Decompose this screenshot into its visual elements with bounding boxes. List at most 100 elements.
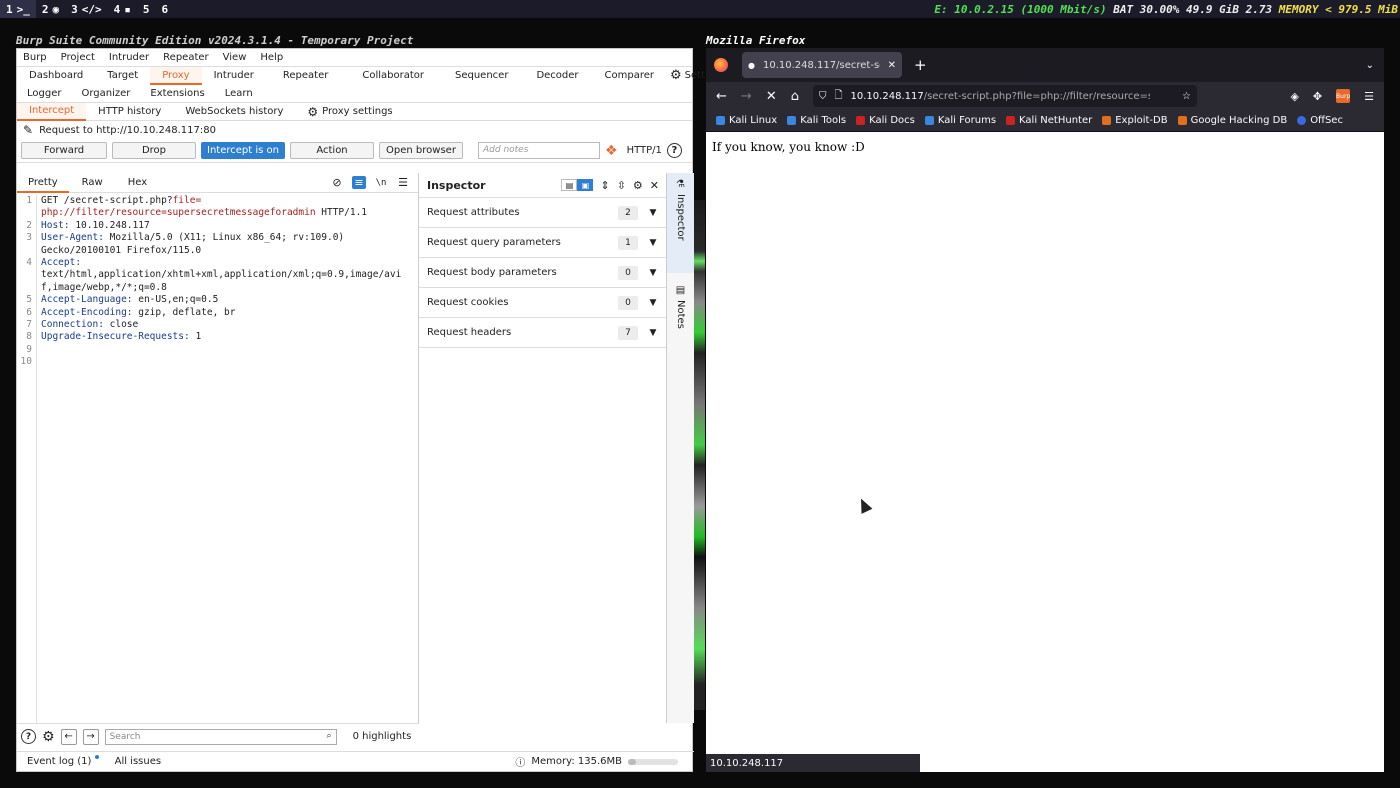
notes-input[interactable]: Add notes (478, 142, 600, 159)
tab-raw[interactable]: Raw (69, 173, 116, 193)
bookmark-kali-tools[interactable]: Kali Tools (787, 115, 846, 126)
tab-extensions[interactable]: Extensions (140, 85, 214, 103)
highlight-color-icon[interactable]: ❖ (605, 143, 618, 159)
next-arrow-icon[interactable]: → (82, 728, 99, 745)
inspector-row-body-params[interactable]: Request body parameters 0 ▼ (419, 258, 666, 288)
extensions-puzzle-icon[interactable]: ✥ (1313, 90, 1322, 103)
tab-target[interactable]: Target (95, 67, 150, 85)
menu-view[interactable]: View (223, 52, 247, 63)
proxy-settings-button[interactable]: ⚙ Proxy settings (295, 103, 404, 121)
menu-icon[interactable]: ☰ (396, 176, 410, 189)
inspector-toolbar: ▤ ▣ ⇕ ⇳ ⚙ ✕ (561, 179, 666, 192)
header-user-agent: User-Agent: Mozilla/5.0 (X11; Linux x86_… (41, 232, 415, 244)
bookmark-kali-linux[interactable]: Kali Linux (716, 115, 777, 126)
bookmark-kali-docs[interactable]: Kali Docs (856, 115, 915, 126)
workspace-4[interactable]: 4 ▪ (108, 0, 137, 18)
tab-repeater[interactable]: Repeater (266, 67, 345, 85)
bookmark-exploit-db[interactable]: Exploit-DB (1102, 115, 1168, 126)
tab-proxy[interactable]: Proxy (150, 67, 202, 85)
tab-dashboard[interactable]: Dashboard (17, 67, 95, 85)
tab-list-chevron-icon[interactable]: ⌄ (1366, 60, 1374, 71)
tab-hex[interactable]: Hex (116, 173, 159, 193)
close-icon[interactable]: ✕ (650, 179, 659, 192)
forward-button[interactable]: Forward (21, 142, 107, 159)
previous-arrow-icon[interactable]: ← (60, 728, 77, 745)
bookmark-kali-nethunter[interactable]: Kali NetHunter (1006, 115, 1092, 126)
workspace-1[interactable]: 1 >_ (0, 0, 36, 18)
action-button[interactable]: Action (290, 142, 374, 159)
page-icon[interactable]: 🗋 (834, 88, 842, 105)
tab-pretty[interactable]: Pretty (17, 173, 69, 193)
tab-websockets-history[interactable]: WebSockets history (173, 103, 295, 121)
stop-loading-icon[interactable]: ✕ (766, 89, 777, 104)
tab-intruder[interactable]: Intruder (202, 67, 266, 85)
menu-intruder[interactable]: Intruder (109, 52, 149, 63)
pencil-icon[interactable]: ✎ (23, 123, 33, 137)
workspace-2[interactable]: 2 ◉ (36, 0, 65, 18)
request-lines[interactable]: GET /secret-script.php?file= php://filte… (37, 195, 415, 723)
menu-help[interactable]: Help (260, 52, 283, 63)
layout-list-icon[interactable]: ▤ (561, 179, 578, 191)
close-tab-icon[interactable]: ✕ (888, 60, 896, 71)
url-bar[interactable]: ⛉ 🗋 10.10.248.117 /secret-script.php?fil… (812, 85, 1197, 107)
bookmark-star-icon[interactable]: ☆ (1182, 91, 1191, 102)
bookmark-offsec[interactable]: OffSec (1297, 115, 1343, 126)
line-number: 9 (26, 343, 32, 355)
gear-icon[interactable]: ⚙ (633, 179, 643, 192)
menu-repeater[interactable]: Repeater (163, 52, 208, 63)
workspace-3[interactable]: 3 </> (65, 0, 108, 18)
tab-logger[interactable]: Logger (17, 85, 71, 103)
memory-bar (628, 758, 678, 765)
hamburger-menu-icon[interactable]: ☰ (1364, 90, 1374, 103)
bookmark-google-hacking-db[interactable]: Google Hacking DB (1177, 115, 1287, 126)
intercept-toggle-button[interactable]: Intercept is on (201, 142, 285, 159)
menu-burp[interactable]: Burp (23, 52, 47, 63)
wrap-lines-icon[interactable]: ≡ (352, 176, 366, 189)
tab-http-history[interactable]: HTTP history (86, 103, 173, 121)
tab-decoder[interactable]: Decoder (522, 67, 592, 85)
tab-learn[interactable]: Learn (215, 85, 263, 103)
tab-organizer[interactable]: Organizer (71, 85, 140, 103)
tab-intercept[interactable]: Intercept (17, 102, 87, 121)
newline-icon[interactable]: \n (374, 176, 388, 189)
tab-collaborator[interactable]: Collaborator (345, 67, 441, 85)
inspector-row-headers[interactable]: Request headers 7 ▼ (419, 318, 666, 348)
search-input[interactable]: Search ⌕ (104, 728, 337, 745)
info-icon[interactable]: ⓘ (515, 754, 525, 769)
pocket-icon[interactable]: ◈ (1290, 90, 1298, 103)
browser-tab[interactable]: ● 10.10.248.117/secret-script.php?file=p… (742, 52, 902, 78)
help-icon[interactable]: ? (21, 729, 36, 744)
expand-all-icon[interactable]: ⇕ (600, 179, 609, 192)
http-version-text: HTTP/1.1 (315, 207, 368, 219)
collapse-all-icon[interactable]: ⇳ (617, 179, 626, 192)
layout-toggle[interactable]: ▤ ▣ (561, 179, 594, 191)
drop-button[interactable]: Drop (112, 142, 196, 159)
layout-panel-icon[interactable]: ▣ (577, 179, 594, 191)
http-version-label[interactable]: HTTP/1 (627, 145, 662, 156)
gear-icon[interactable]: ⚙ (42, 729, 55, 745)
tab-sequencer[interactable]: Sequencer (441, 67, 522, 85)
forward-arrow-icon[interactable]: → (741, 89, 752, 104)
hide-icon[interactable]: ⊘ (330, 176, 344, 189)
home-icon[interactable]: ⌂ (791, 89, 799, 104)
back-arrow-icon[interactable]: ← (716, 89, 727, 104)
help-icon[interactable]: ? (666, 143, 682, 158)
tab-comparer[interactable]: Comparer (593, 67, 666, 85)
event-log-button[interactable]: Event log (1) (17, 755, 99, 767)
inspector-row-cookies[interactable]: Request cookies 0 ▼ (419, 288, 666, 318)
new-tab-plus-icon[interactable]: + (914, 56, 927, 74)
inspector-row-query-params[interactable]: Request query parameters 1 ▼ (419, 228, 666, 258)
open-browser-button[interactable]: Open browser (379, 142, 463, 159)
side-tab-notes[interactable]: ▤ Notes (667, 279, 694, 349)
burp-extension-icon[interactable]: Burp (1336, 89, 1350, 103)
bookmark-kali-forums[interactable]: Kali Forums (924, 115, 996, 126)
all-issues-button[interactable]: All issues (99, 756, 161, 767)
request-editor: Pretty Raw Hex ⊘ ≡ \n ☰ 1 2 3 4 5 6 7 8 … (17, 173, 419, 723)
workspace-5[interactable]: 5 (137, 0, 156, 18)
shield-icon[interactable]: ⛉ (819, 91, 827, 102)
workspace-6[interactable]: 6 (156, 0, 175, 18)
inspector-row-attributes[interactable]: Request attributes 2 ▼ (419, 198, 666, 228)
side-tab-inspector[interactable]: ⚗ Inspector (667, 173, 694, 273)
line-number (17, 269, 32, 281)
menu-project[interactable]: Project (61, 52, 95, 63)
